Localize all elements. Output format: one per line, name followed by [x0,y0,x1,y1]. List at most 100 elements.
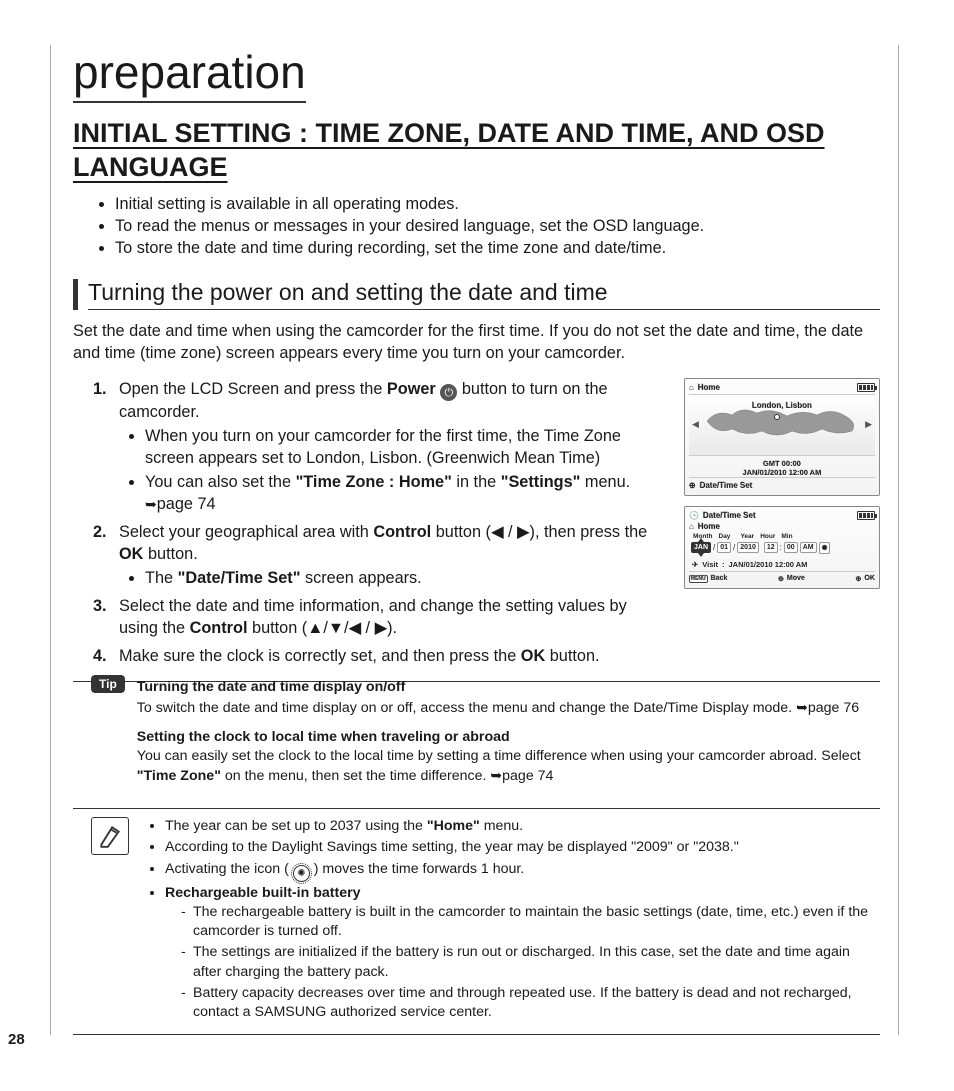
page-frame: preparation INITIAL SETTING : TIME ZONE,… [50,45,899,1035]
chapter-title: preparation [73,45,306,103]
s1s2-e: menu. [585,473,630,491]
note-icon [91,817,129,855]
intro-paragraph: Set the date and time when using the cam… [73,320,880,364]
note-3: Activating the icon ( ✺ ) moves the time… [165,860,880,882]
lcd2-sub: Home [698,522,720,531]
note-4: Rechargeable built-in battery The rechar… [165,884,880,1022]
n3-b: ) moves the time forwards 1 hour. [314,861,525,877]
tip2-title: Setting the clock to local time when tra… [137,729,510,745]
box-day: 01 [717,542,731,553]
lbl-hour: Hour [760,533,775,540]
note-4-sublist: The rechargeable battery is built in the… [165,903,880,1022]
box-year: 2010 [737,542,759,553]
visit-label: Visit [702,560,718,569]
tip-section: Tip Turning the date and time display on… [73,681,880,806]
page-ref-arrow-icon: ➥ [145,496,157,512]
box-ampm: AM [800,542,817,553]
s1s2-a: You can also set the [145,473,296,491]
intro-bullet-2: To read the menus or messages in your de… [115,215,880,237]
box-hour: 12 [764,542,778,553]
n1-b: "Home" [427,818,480,834]
step-1-sub-1: When you turn on your camcorder for the … [145,425,670,469]
dst-icon: ✺ [293,865,310,882]
page-number: 28 [8,1031,25,1048]
subheading-row: Turning the power on and setting the dat… [73,279,880,310]
menu-badge: MENU [689,575,708,583]
nav-icon: ⊕ [689,481,696,490]
n1-a: The year can be set up to 2037 using the [165,818,427,834]
step-1-sub-2: You can also set the "Time Zone : Home" … [145,471,670,515]
home-icon: ⌂ [689,383,694,392]
tip2-ref: page 74 [502,768,553,784]
s1s2-ref: page 74 [157,495,216,513]
lbl-day: Day [719,533,731,540]
home-icon-2: ⌂ [689,522,694,531]
foot-move: Move [787,575,805,582]
n4-b: The settings are initialized if the batt… [181,943,880,981]
plane-icon: ✈ [692,560,698,569]
s4-c: button. [550,647,600,665]
intro-bullets: Initial setting is available in all oper… [73,193,880,259]
foot-back: Back [711,575,728,582]
lcd-timezone: ⌂ Home ◀ London, Lisbon ▶ GMT 00:00 JAN/… [684,378,880,496]
lcd2-title: Date/Time Set [703,511,756,520]
step-4: 4. Make sure the clock is correctly set,… [93,645,670,667]
s4-a: Make sure the clock is correctly set, an… [119,647,521,665]
tip2-b: "Time Zone" [137,768,221,784]
s1s2-d: "Settings" [501,473,581,491]
step-2-sub-1: The "Date/Time Set" screen appears. [145,567,670,589]
lcd1-foot: Date/Time Set [700,481,753,490]
notes-section: The year can be set up to 2037 using the… [73,808,880,1035]
intro-bullet-1: Initial setting is available in all oper… [115,193,880,215]
step-1-power-label: Power [387,380,436,398]
clock-icon: 🕒 [689,511,699,520]
move-icon: ⊕ [778,575,784,583]
s2-c: button (◀ / ▶), then press the [436,523,647,541]
s2-a: Select your geographical area with [119,523,373,541]
subheading: Turning the power on and setting the dat… [88,279,880,310]
tip2-a: You can easily set the clock to the loca… [137,748,861,764]
s4-b: OK [521,647,545,665]
map-right-icon: ▶ [865,419,872,430]
lbl-min: Min [781,533,792,540]
battery-icon-2 [857,511,875,520]
n4-title: Rechargeable built-in battery [165,885,361,901]
step-1-text-a: Open the LCD Screen and press the [119,380,387,398]
map-left-icon: ◀ [692,419,699,430]
page-ref-arrow-icon-3: ➥ [490,767,502,783]
lbl-year: Year [740,533,754,540]
n4-c: Battery capacity decreases over time and… [181,984,880,1022]
steps-area: 1. Open the LCD Screen and press the Pow… [73,378,880,674]
dst-box-icon: ✺ [819,542,831,554]
box-min: 00 [784,542,798,553]
lcd-datetime-set: 🕒 Date/Time Set ⌂ Home Month Day Year Ho… [684,506,880,589]
section-heading: INITIAL SETTING : TIME ZONE, DATE AND TI… [73,117,880,185]
lcd1-date: JAN/01/2010 12:00 AM [689,468,875,477]
s1s2-c: in the [456,473,500,491]
s1s2-b: "Time Zone : Home" [296,473,452,491]
ok-icon: ⊕ [856,575,862,583]
s2-e: button. [148,545,198,563]
subheading-bar [73,279,78,310]
s2s1-b: "Date/Time Set" [178,569,301,587]
step-2: 2. Select your geographical area with Co… [93,521,670,589]
page-ref-arrow-icon-2: ➥ [796,699,808,715]
n3-a: Activating the icon ( [165,861,289,877]
foot-ok: OK [865,575,876,582]
intro-bullet-3: To store the date and time during record… [115,237,880,259]
tip1-body: To switch the date and time display on o… [137,700,796,716]
steps-list: 1. Open the LCD Screen and press the Pow… [73,378,670,668]
lcd1-city: London, Lisbon [752,401,812,410]
tip1-title: Turning the date and time display on/off [137,679,406,695]
s3-c: button (▲/▼/◀ / ▶). [252,619,397,637]
power-icon: ⏻ [440,384,457,401]
n4-a: The rechargeable battery is built in the… [181,903,880,941]
lcd1-gmt: GMT 00:00 [689,459,875,468]
battery-icon [857,383,875,392]
tip-badge: Tip [91,675,125,693]
note-2: According to the Daylight Savings time s… [165,838,880,857]
s2s1-a: The [145,569,178,587]
tip1-ref: page 76 [808,700,859,716]
tip2-c: on the menu, then set the time differenc… [225,768,491,784]
notes-list: The year can be set up to 2037 using the… [147,817,880,1022]
